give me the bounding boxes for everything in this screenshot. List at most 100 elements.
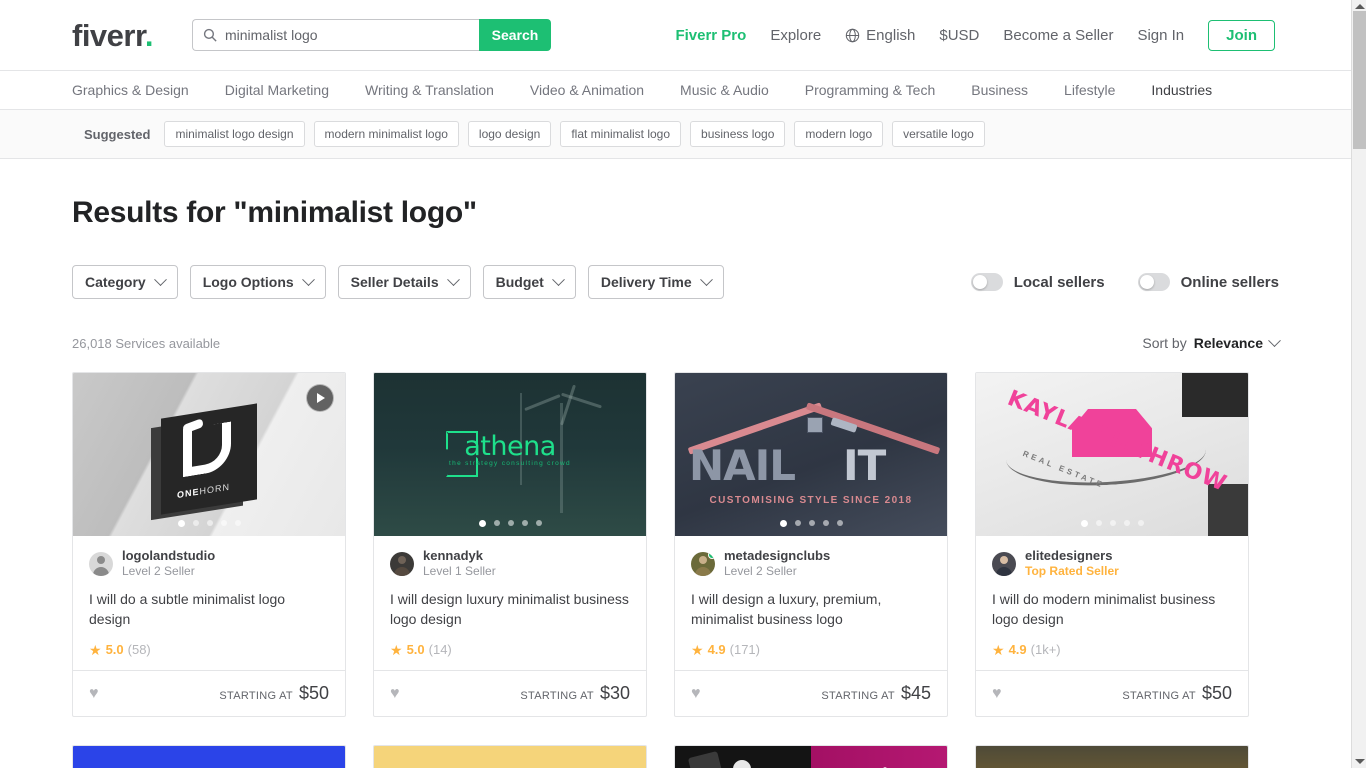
search-input-wrapper[interactable] — [191, 19, 479, 51]
gig-artwork-athena: athena the strategy consulting crowd — [374, 373, 646, 536]
toggle-online-sellers[interactable]: Online sellers — [1137, 273, 1279, 291]
gig-card[interactable]: ONEHORN logolandstudio Level 2 Seller I … — [72, 372, 346, 718]
nav-currency[interactable]: $USD — [939, 27, 979, 44]
carousel-dot[interactable] — [808, 520, 815, 526]
page-scrollbar[interactable] — [1351, 0, 1366, 768]
catnav-item-programming-tech[interactable]: Programming & Tech — [805, 82, 935, 98]
catnav-item-lifestyle[interactable]: Lifestyle — [1064, 82, 1115, 98]
carousel-dot[interactable] — [220, 520, 227, 526]
catnav-item-graphics-design[interactable]: Graphics & Design — [72, 82, 189, 98]
nav-language[interactable]: English — [845, 27, 915, 44]
carousel-dot[interactable] — [822, 520, 829, 526]
suggested-chip-2[interactable]: logo design — [467, 121, 552, 147]
carousel-dot[interactable] — [1137, 520, 1144, 526]
gig-seller-name[interactable]: elitedesigners — [1025, 548, 1119, 564]
suggested-chip-6[interactable]: versatile logo — [892, 121, 985, 147]
filter-budget[interactable]: Budget — [482, 265, 576, 299]
toggle-local-sellers[interactable]: Local sellers — [970, 273, 1105, 291]
carousel-dot[interactable] — [177, 520, 185, 527]
catnav-item-writing-translation[interactable]: Writing & Translation — [365, 82, 494, 98]
gig-thumbnail[interactable]: athena the strategy consulting crowd — [374, 373, 646, 536]
fiverr-logo[interactable]: fiverr. — [72, 20, 153, 51]
gig-card[interactable]: ⩘ AL BADEL — [674, 745, 948, 768]
carousel-dot[interactable] — [1109, 520, 1116, 526]
carousel-dots[interactable] — [73, 520, 345, 527]
carousel-dot[interactable] — [1095, 520, 1102, 526]
sort-control[interactable]: Sort by Relevance — [1142, 333, 1281, 351]
carousel-dot[interactable] — [535, 520, 542, 526]
gig-card[interactable] — [373, 745, 647, 768]
play-video-icon[interactable] — [306, 384, 334, 412]
gig-seller-name[interactable]: kennadyk — [423, 548, 496, 564]
gig-seller[interactable]: kennadyk Level 1 Seller — [390, 548, 630, 579]
gig-card[interactable]: NAIL IT CUSTOMISING STYLE SINCE 2018 met… — [674, 372, 948, 718]
carousel-dot[interactable] — [1123, 520, 1130, 526]
carousel-dot[interactable] — [493, 520, 500, 526]
scroll-down-arrow-icon[interactable] — [1355, 759, 1365, 764]
suggested-chip-3[interactable]: flat minimalist logo — [560, 121, 682, 147]
join-button[interactable]: Join — [1208, 19, 1275, 51]
scrollbar-thumb[interactable] — [1353, 11, 1366, 149]
nav-fiverr-pro[interactable]: Fiverr Pro — [675, 27, 746, 44]
gig-seller[interactable]: elitedesigners Top Rated Seller — [992, 548, 1232, 579]
gig-thumbnail[interactable]: KAYLA BIATHROW REAL ESTATE — [976, 373, 1248, 536]
carousel-dot[interactable] — [478, 520, 486, 527]
heart-icon[interactable]: ♥ — [390, 685, 400, 702]
carousel-dot[interactable] — [836, 520, 843, 526]
carousel-dot[interactable] — [521, 520, 528, 526]
gig-title[interactable]: I will design a luxury, premium, minimal… — [691, 590, 931, 629]
heart-icon[interactable]: ♥ — [992, 685, 1002, 702]
catnav-item-business[interactable]: Business — [971, 82, 1028, 98]
online-sellers-switch[interactable] — [1137, 273, 1170, 291]
avatar[interactable] — [390, 551, 414, 576]
gig-title[interactable]: I will do a subtle minimalist logo desig… — [89, 590, 329, 629]
suggested-chip-4[interactable]: business logo — [690, 121, 786, 147]
suggested-chip-0[interactable]: minimalist logo design — [164, 121, 305, 147]
scroll-up-arrow-icon[interactable] — [1355, 4, 1365, 9]
carousel-dot[interactable] — [206, 520, 213, 526]
carousel-dots[interactable] — [976, 520, 1248, 527]
gig-card[interactable] — [72, 745, 346, 768]
filter-delivery-time[interactable]: Delivery Time — [587, 265, 724, 299]
catnav-item-video-animation[interactable]: Video & Animation — [530, 82, 644, 98]
gig-title[interactable]: I will do modern minimalist business log… — [992, 590, 1232, 629]
search-button[interactable]: Search — [478, 19, 551, 51]
avatar[interactable] — [691, 551, 715, 576]
avatar[interactable] — [89, 551, 113, 576]
nav-explore[interactable]: Explore — [770, 27, 821, 44]
filter-seller-details[interactable]: Seller Details — [337, 265, 471, 299]
carousel-dot[interactable] — [192, 520, 199, 526]
carousel-dot[interactable] — [779, 520, 787, 527]
catnav-item-digital-marketing[interactable]: Digital Marketing — [225, 82, 329, 98]
gig-seller-name[interactable]: metadesignclubs — [724, 548, 830, 564]
heart-icon[interactable]: ♥ — [691, 685, 701, 702]
suggested-chip-1[interactable]: modern minimalist logo — [313, 121, 459, 147]
catnav-item-industries[interactable]: Industries — [1151, 82, 1212, 98]
gig-card[interactable]: athena the strategy consulting crowd ken… — [373, 372, 647, 718]
carousel-dot[interactable] — [1080, 520, 1088, 527]
gig-seller-name[interactable]: logolandstudio — [122, 548, 215, 564]
carousel-dot[interactable] — [234, 520, 241, 526]
gig-artwork-kayla-biathrow: KAYLA BIATHROW REAL ESTATE — [976, 373, 1248, 536]
avatar[interactable] — [992, 551, 1016, 576]
gig-seller[interactable]: logolandstudio Level 2 Seller — [89, 548, 329, 579]
gig-card[interactable] — [975, 745, 1249, 768]
carousel-dot[interactable] — [794, 520, 801, 526]
gig-title[interactable]: I will design luxury minimalist business… — [390, 590, 630, 629]
nav-become-a-seller[interactable]: Become a Seller — [1003, 27, 1113, 44]
nav-sign-in[interactable]: Sign In — [1137, 27, 1184, 44]
local-sellers-switch[interactable] — [970, 273, 1003, 291]
carousel-dots[interactable] — [374, 520, 646, 527]
gig-thumbnail[interactable]: ONEHORN — [73, 373, 345, 536]
catnav-item-music-audio[interactable]: Music & Audio — [680, 82, 769, 98]
carousel-dots[interactable] — [675, 520, 947, 527]
suggested-chip-5[interactable]: modern logo — [794, 121, 884, 147]
search-input[interactable] — [224, 27, 469, 43]
gig-thumbnail[interactable]: NAIL IT CUSTOMISING STYLE SINCE 2018 — [675, 373, 947, 536]
heart-icon[interactable]: ♥ — [89, 685, 99, 702]
filter-logo-options[interactable]: Logo Options — [189, 265, 326, 299]
filter-category[interactable]: Category — [72, 265, 178, 299]
gig-card[interactable]: KAYLA BIATHROW REAL ESTATE elitedesigner… — [975, 372, 1249, 718]
carousel-dot[interactable] — [507, 520, 514, 526]
gig-seller[interactable]: metadesignclubs Level 2 Seller — [691, 548, 931, 579]
